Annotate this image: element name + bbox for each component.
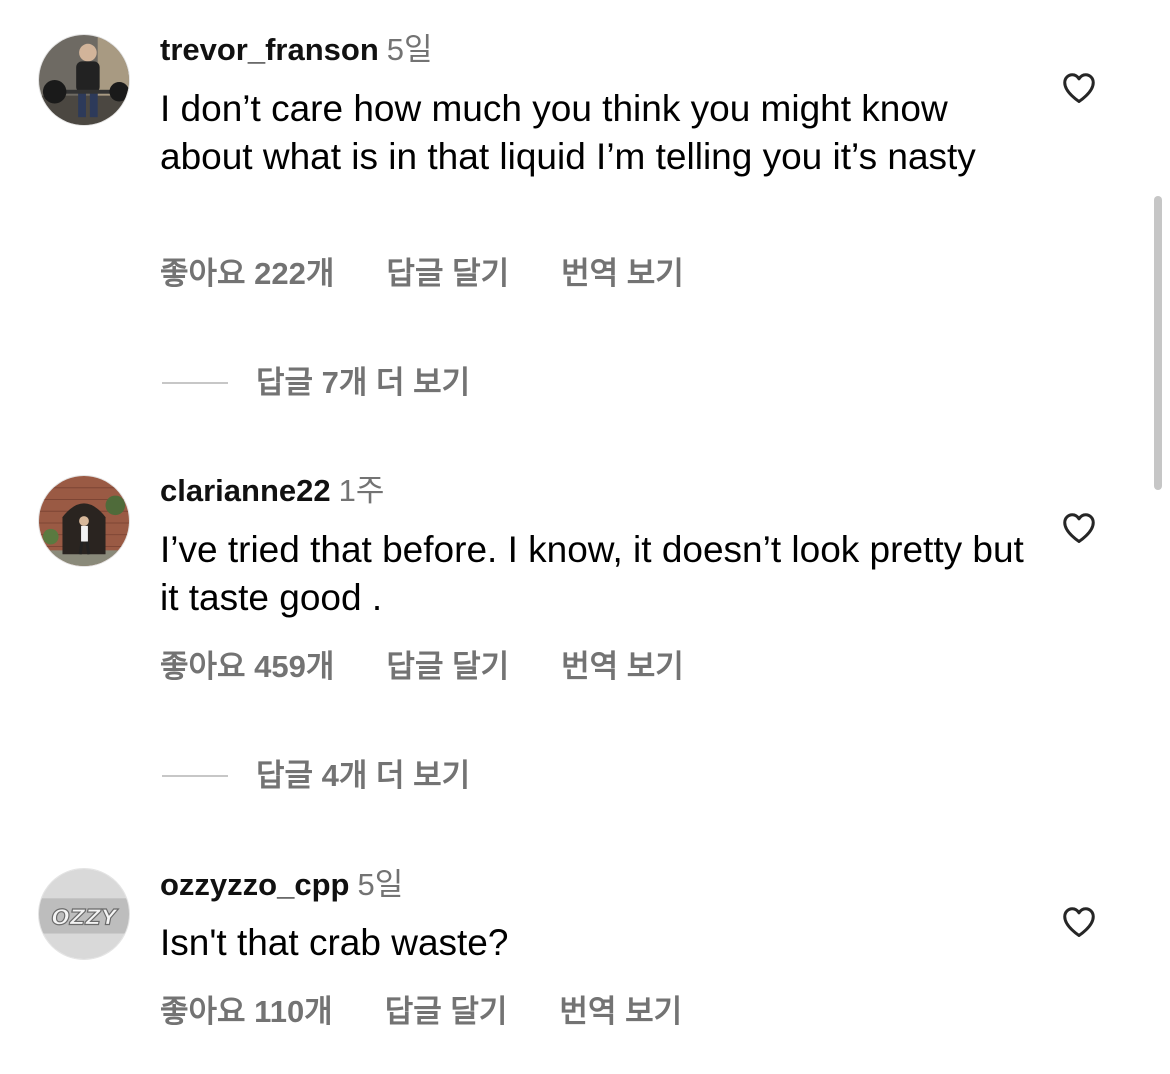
heart-outline-icon[interactable] bbox=[1060, 903, 1098, 941]
view-replies-label: 답글 7개 더 보기 bbox=[256, 365, 471, 400]
comment-header: clarianne22 1주 bbox=[160, 471, 384, 511]
avatar-graffiti-logo-icon: OZZY bbox=[39, 869, 129, 959]
likes-count[interactable]: 좋아요 110개 bbox=[160, 992, 333, 1032]
avatar-man-gym-icon bbox=[39, 35, 129, 125]
username[interactable]: ozzyzzo_cpp bbox=[160, 867, 349, 902]
replies-divider bbox=[162, 382, 228, 384]
comment-actions: 좋아요 459개 답글 달기 번역 보기 bbox=[160, 647, 684, 687]
comment-time: 5일 bbox=[386, 32, 433, 67]
username[interactable]: trevor_franson bbox=[160, 32, 379, 67]
reply-button[interactable]: 답글 달기 bbox=[385, 992, 508, 1032]
comment-actions: 좋아요 222개 답글 달기 번역 보기 bbox=[160, 254, 684, 294]
view-replies-label: 답글 4개 더 보기 bbox=[256, 758, 471, 793]
translate-button[interactable]: 번역 보기 bbox=[561, 647, 684, 687]
comment-time: 1주 bbox=[338, 473, 385, 508]
view-more-replies[interactable]: 답글 7개 더 보기 bbox=[162, 363, 470, 403]
replies-divider bbox=[162, 775, 228, 777]
reply-button[interactable]: 답글 달기 bbox=[386, 254, 509, 294]
reply-button[interactable]: 답글 달기 bbox=[386, 647, 509, 687]
translate-button[interactable]: 번역 보기 bbox=[559, 992, 682, 1032]
likes-count[interactable]: 좋아요 222개 bbox=[160, 254, 334, 294]
likes-count[interactable]: 좋아요 459개 bbox=[160, 647, 334, 687]
username[interactable]: clarianne22 bbox=[160, 473, 331, 508]
heart-outline-icon[interactable] bbox=[1060, 69, 1098, 107]
avatar[interactable] bbox=[38, 475, 130, 567]
avatar-woman-arch-icon bbox=[39, 476, 129, 566]
comment-text: Isn't that crab waste? bbox=[160, 922, 509, 963]
comment-header: trevor_franson 5일 bbox=[160, 30, 433, 70]
comment-actions: 좋아요 110개 답글 달기 번역 보기 bbox=[160, 992, 682, 1032]
avatar[interactable]: OZZY bbox=[38, 868, 130, 960]
comment-time: 5일 bbox=[357, 867, 404, 902]
scrollbar[interactable] bbox=[1154, 196, 1162, 490]
comment-header: ozzyzzo_cpp 5일 bbox=[160, 865, 403, 905]
comment-text: I don’t care how much you think you migh… bbox=[160, 88, 976, 177]
avatar-logo-text: OZZY bbox=[51, 906, 118, 931]
avatar[interactable] bbox=[38, 34, 130, 126]
translate-button[interactable]: 번역 보기 bbox=[561, 254, 684, 294]
heart-outline-icon[interactable] bbox=[1060, 509, 1098, 547]
view-more-replies[interactable]: 답글 4개 더 보기 bbox=[162, 756, 470, 796]
comment-text: I’ve tried that before. I know, it doesn… bbox=[160, 529, 1024, 618]
